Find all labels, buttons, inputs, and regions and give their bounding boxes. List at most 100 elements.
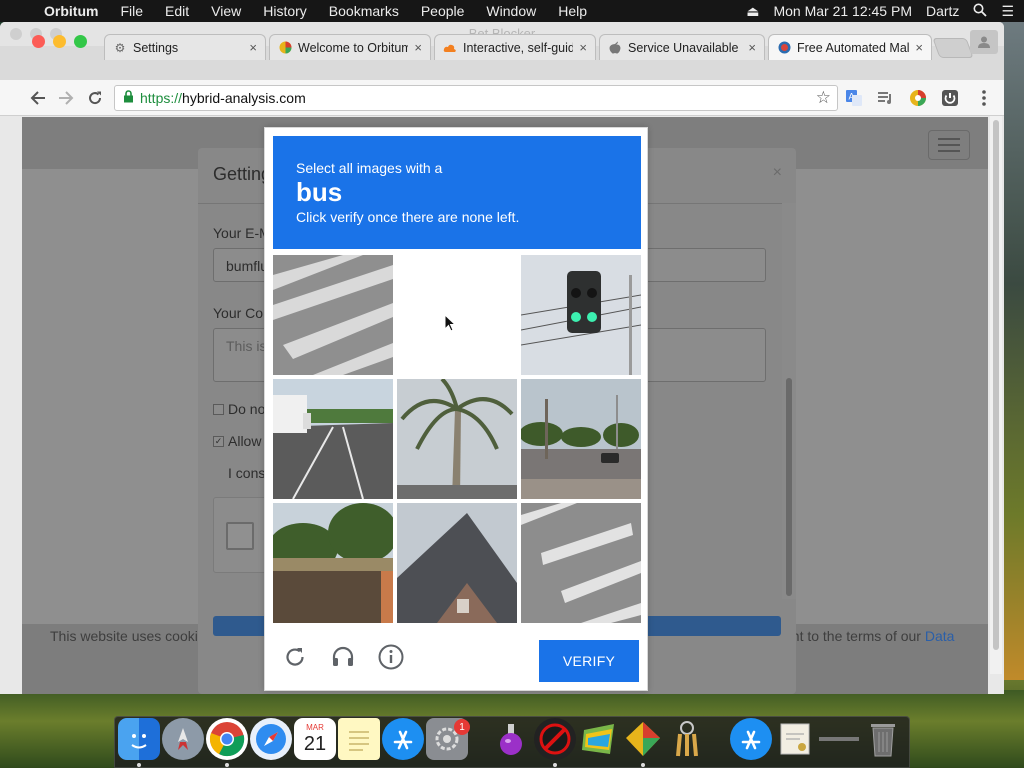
forward-icon[interactable]	[56, 88, 76, 108]
running-indicator	[553, 763, 557, 767]
image-tile[interactable]	[397, 255, 517, 375]
hamburger-menu-icon[interactable]	[928, 130, 970, 160]
menu-people[interactable]: People	[410, 0, 476, 22]
back-icon[interactable]	[28, 88, 48, 108]
modal-close-icon[interactable]: ×	[773, 164, 782, 182]
close-window-icon[interactable]	[32, 35, 45, 48]
spotlight-search-icon[interactable]	[973, 3, 988, 20]
audio-challenge-icon[interactable]	[329, 643, 357, 671]
playlist-extension-icon[interactable]	[876, 88, 896, 108]
safari-icon[interactable]	[250, 718, 292, 760]
menubar-clock[interactable]: Mon Mar 21 12:45 PM	[773, 3, 912, 19]
notification-badge: 1	[454, 719, 470, 735]
address-bar[interactable]: https:// hybrid-analysis.com ☆	[114, 85, 838, 111]
lock-icon	[123, 90, 134, 106]
email-label: Your E-M	[213, 225, 271, 241]
image-tile[interactable]	[397, 379, 517, 499]
potion-app-icon[interactable]	[490, 718, 532, 760]
menu-history[interactable]: History	[252, 0, 318, 22]
challenge-prompt: Select all images with a bus Click verif…	[273, 136, 641, 249]
close-tab-icon[interactable]: ×	[579, 40, 587, 55]
menu-view[interactable]: View	[200, 0, 252, 22]
tab-interactive[interactable]: Interactive, self-guid ×	[434, 34, 596, 60]
consent-text: I cons	[228, 465, 266, 481]
cloud-icon	[443, 41, 457, 55]
image-grid	[273, 255, 641, 623]
image-tile[interactable]	[397, 503, 517, 623]
page-scrollbar[interactable]	[990, 116, 1002, 674]
tab-welcome[interactable]: Welcome to Orbitum ×	[269, 34, 431, 60]
notes-icon[interactable]	[338, 718, 380, 760]
cookie-text: This website uses cooki	[50, 628, 198, 644]
close-tab-icon[interactable]: ×	[748, 40, 756, 55]
menubar-user[interactable]: Dartz	[926, 3, 959, 19]
cookie-text-right: ent to the terms of our Data	[784, 628, 955, 644]
tab-hybrid-analysis[interactable]: Free Automated Malw ×	[768, 34, 932, 60]
bluestacks-icon[interactable]	[578, 718, 620, 760]
power-extension-icon[interactable]	[940, 88, 960, 108]
new-tab-button[interactable]	[932, 38, 974, 58]
orbitum-extension-icon[interactable]	[908, 88, 928, 108]
app-menu[interactable]: Orbitum	[40, 0, 109, 22]
refresh-icon[interactable]	[281, 643, 309, 671]
minimized-window-icon[interactable]	[818, 718, 860, 760]
menu-bar: Orbitum File Edit View History Bookmarks…	[0, 0, 1024, 22]
image-tile[interactable]	[521, 379, 641, 499]
close-tab-icon[interactable]: ×	[414, 40, 422, 55]
prompt-hint: Click verify once there are none left.	[296, 209, 520, 225]
menu-window[interactable]: Window	[475, 0, 547, 22]
menu-file[interactable]: File	[109, 0, 154, 22]
keychain-icon[interactable]	[666, 718, 708, 760]
launchpad-icon[interactable]	[162, 718, 204, 760]
image-tile[interactable]	[273, 503, 393, 623]
calendar-icon[interactable]: MAR 21	[294, 718, 336, 760]
checkbox-do-not[interactable]: Do no	[213, 401, 265, 417]
image-tile[interactable]	[521, 255, 641, 375]
certificate-document-icon[interactable]	[774, 718, 816, 760]
tab-service-unavailable[interactable]: Service Unavailable ×	[599, 34, 765, 60]
bookmark-star-icon[interactable]: ☆	[816, 88, 831, 108]
comment-label: Your Cor	[213, 305, 268, 321]
verify-button[interactable]: VERIFY	[539, 640, 639, 682]
close-tab-icon[interactable]: ×	[915, 40, 923, 55]
mouse-cursor-icon	[444, 313, 457, 337]
menu-edit[interactable]: Edit	[154, 0, 200, 22]
menu-bookmarks[interactable]: Bookmarks	[318, 0, 410, 22]
close-tab-icon[interactable]: ×	[249, 40, 257, 55]
minimize-window-icon[interactable]	[53, 35, 66, 48]
checkbox-allow[interactable]: ✓ Allow	[213, 433, 261, 449]
finder-icon[interactable]	[118, 718, 160, 760]
cookie-data-link[interactable]: Data	[925, 628, 955, 644]
image-tile[interactable]	[273, 255, 393, 375]
image-tile[interactable]	[273, 379, 393, 499]
notification-center-icon[interactable]: ☰	[1001, 3, 1014, 20]
modal-scrollbar[interactable]	[782, 203, 796, 599]
browser-menu-icon[interactable]	[974, 88, 994, 108]
orbitum-dock-icon[interactable]	[622, 718, 664, 760]
reload-icon[interactable]	[85, 88, 105, 108]
translate-extension-icon[interactable]: A	[844, 88, 864, 108]
image-tile[interactable]	[521, 503, 641, 623]
gear-icon: ⚙	[114, 40, 126, 55]
running-indicator	[137, 763, 141, 767]
zoom-window-icon[interactable]	[74, 35, 87, 48]
chrome-icon[interactable]	[206, 718, 248, 760]
captcha-checkbox[interactable]	[226, 522, 254, 550]
checked-checkbox-icon[interactable]: ✓	[213, 435, 224, 447]
info-icon[interactable]	[377, 643, 405, 671]
modal-title: Getting	[213, 164, 272, 184]
trash-icon[interactable]	[862, 718, 904, 760]
app-store-download-icon[interactable]	[730, 718, 772, 760]
profile-icon[interactable]	[970, 30, 998, 54]
menu-help[interactable]: Help	[547, 0, 598, 22]
orbitum-icon	[278, 41, 292, 55]
running-indicator	[225, 763, 229, 767]
hybrid-analysis-icon	[777, 41, 791, 55]
tab-settings[interactable]: ⚙ Settings ×	[104, 34, 266, 60]
browser-toolbar: https:// hybrid-analysis.com ☆ A	[0, 80, 1004, 116]
app-store-icon[interactable]	[382, 718, 424, 760]
checkbox-icon[interactable]	[213, 403, 224, 415]
eject-icon[interactable]: ⏏	[746, 3, 759, 20]
blocked-app-icon[interactable]	[534, 718, 576, 760]
prompt-target: bus	[296, 177, 343, 207]
